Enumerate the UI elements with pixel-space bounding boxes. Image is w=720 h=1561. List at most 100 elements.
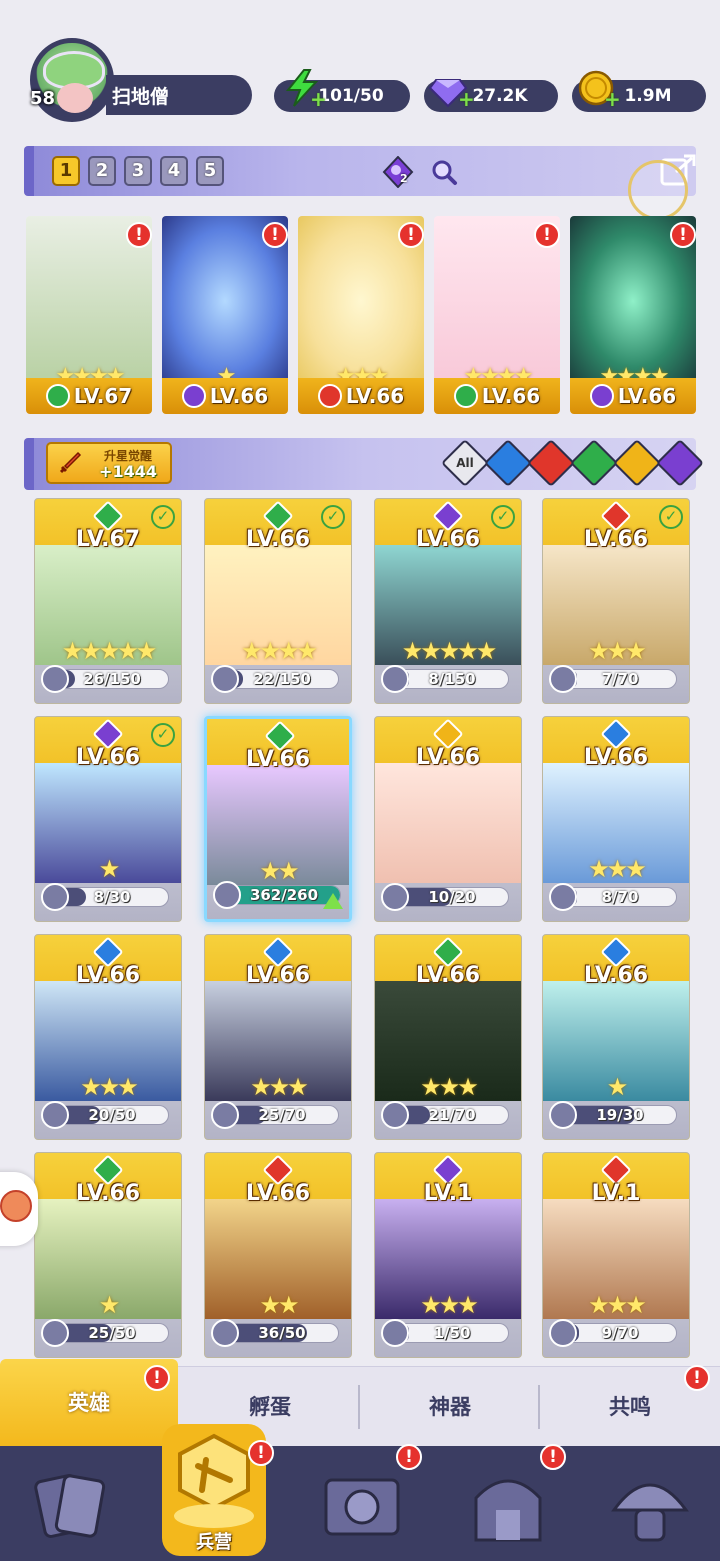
energy-plus-icon[interactable]: + (310, 89, 327, 109)
hero-stars: ★★ (259, 1291, 299, 1319)
hero-card[interactable]: LV.66 ★★★ 21/70 (374, 934, 522, 1140)
alert-badge-icon: ! (684, 1365, 710, 1391)
team-bar: 1 2 3 4 5 2 (24, 146, 696, 196)
hero-stars: ★★★ (420, 1073, 479, 1101)
gem-plus-icon[interactable]: + (458, 89, 475, 109)
hero-card[interactable]: LV.66 ✓ ★ 8/30 (34, 716, 182, 922)
map-icon[interactable] (314, 1458, 410, 1554)
coin-plus-icon[interactable]: + (604, 89, 621, 109)
hero-shard-icon (211, 665, 239, 693)
in-team-check-icon: ✓ (151, 723, 175, 747)
filter-fire-icon[interactable] (526, 438, 576, 488)
tab-artifacts[interactable]: 神器 (360, 1367, 540, 1447)
shard-progress-text: 7/70 (601, 670, 639, 688)
filter-dark-icon[interactable] (655, 438, 705, 488)
hero-shard-icon (549, 665, 577, 693)
team-tab-4[interactable]: 4 (160, 156, 188, 186)
hero-shard-icon (41, 883, 69, 911)
shard-progress-text: 362/260 (249, 886, 319, 904)
hero-level: LV.66 (583, 527, 649, 552)
hero-shard-icon (41, 1101, 69, 1129)
hero-shard-icon (41, 665, 69, 693)
formation-level-band: LV.66 (434, 378, 560, 414)
formation-level: LV.66 (209, 384, 269, 408)
filter-bar: 升星觉醒 +1444 All (24, 438, 705, 490)
player-name-plate[interactable]: 扫地僧 (106, 75, 252, 115)
hero-level: LV.66 (415, 745, 481, 770)
formation-level-band: LV.67 (26, 378, 152, 414)
player-name: 扫地僧 (112, 85, 170, 108)
crystal-icon[interactable] (382, 156, 414, 188)
alert-badge-icon: ! (396, 1444, 422, 1470)
shard-progress-text: 21/70 (428, 1106, 476, 1124)
hero-card[interactable]: LV.66 ★★★ 25/70 (204, 934, 352, 1140)
shop-icon[interactable] (460, 1458, 556, 1554)
hero-card[interactable]: LV.66 10/20 (374, 716, 522, 922)
hero-card[interactable]: LV.66 ✓ ★★★★ 22/150 (204, 498, 352, 704)
shard-progress-text: 9/70 (601, 1324, 639, 1342)
hero-stars: ★★★ (420, 1291, 479, 1319)
alert-badge-icon: ! (262, 222, 288, 248)
search-icon[interactable] (430, 158, 458, 186)
hero-level: LV.1 (423, 1181, 473, 1206)
hero-card[interactable]: LV.66 ★★ 362/260 (204, 716, 352, 922)
filter-light-icon[interactable] (612, 438, 662, 488)
hero-card[interactable]: LV.1 ★★★ 9/70 (542, 1152, 690, 1358)
shard-progress-text: 25/70 (258, 1106, 306, 1124)
sub-tab-bar: 英雄 ! 孵蛋 神器 共鸣 ! (0, 1359, 720, 1447)
team-tab-2[interactable]: 2 (88, 156, 116, 186)
hero-card[interactable]: LV.66 ★★★ 20/50 (34, 934, 182, 1140)
filter-all-button[interactable]: All (440, 438, 490, 488)
hero-card[interactable]: LV.66 ★★★ 8/70 (542, 716, 690, 922)
nature-element-icon (453, 384, 478, 408)
formation-slot-5[interactable]: ★★★★ LV.66 ! (570, 216, 696, 414)
hero-card[interactable]: LV.66 ★★ 36/50 (204, 1152, 352, 1358)
hero-level: LV.66 (415, 963, 481, 988)
hero-card[interactable]: LV.66 ✓ ★★★ 7/70 (542, 498, 690, 704)
formation-slot-2[interactable]: ★ LV.66 ! (162, 216, 288, 414)
player-level: 58 (30, 88, 56, 109)
hero-shard-icon (381, 1319, 409, 1347)
team-tab-1[interactable]: 1 (52, 156, 80, 186)
mushroom-icon[interactable] (602, 1458, 698, 1554)
hero-card[interactable]: LV.66 ★ 25/50 (34, 1152, 182, 1358)
hero-level: LV.66 (75, 1181, 141, 1206)
team-tab-5[interactable]: 5 (196, 156, 224, 186)
hero-card[interactable]: LV.67 ✓ ★★★★★ 26/150 (34, 498, 182, 704)
team-tab-3[interactable]: 3 (124, 156, 152, 186)
hero-card[interactable]: LV.66 ★ 19/30 (542, 934, 690, 1140)
formation-slot-4[interactable]: ★★★★ LV.66 ! (434, 216, 560, 414)
hero-shard-icon (381, 665, 409, 693)
hero-card[interactable]: LV.1 ★★★ 1/50 (374, 1152, 522, 1358)
formation-slot-3[interactable]: ★★★ LV.66 ! (298, 216, 424, 414)
formation-slot-1[interactable]: ★★★★ LV.67 ! (26, 216, 152, 414)
hero-stars: ★★★ (80, 1073, 139, 1101)
hero-card[interactable]: LV.66 ✓ ★★★★★ 8/150 (374, 498, 522, 704)
cards-icon[interactable] (22, 1458, 118, 1554)
bottom-nav: 兵营 ! ! ! (0, 1424, 720, 1561)
hero-stars: ★★★★★ (61, 637, 158, 665)
star-awaken-button[interactable]: 升星觉醒 +1444 (46, 442, 172, 484)
formation-toggle-button[interactable] (628, 160, 688, 220)
hero-level: LV.66 (583, 963, 649, 988)
in-team-check-icon: ✓ (321, 505, 345, 529)
shard-progress-text: 8/150 (428, 670, 476, 688)
formation-level: LV.67 (73, 384, 133, 408)
alert-badge-icon: ! (540, 1444, 566, 1470)
shard-progress-text: 20/50 (88, 1106, 136, 1124)
filter-all-label: All (456, 456, 474, 470)
side-event-button[interactable] (0, 1172, 38, 1246)
hero-shard-icon (549, 1319, 577, 1347)
shard-progress-text: 22/150 (253, 670, 311, 688)
gem-value: 27.2K (472, 86, 528, 106)
filter-nature-icon[interactable] (569, 438, 619, 488)
hero-stars: ★ (606, 1073, 629, 1101)
hero-level: LV.1 (591, 1181, 641, 1206)
crystal-count: 2 (400, 172, 408, 185)
filter-water-icon[interactable] (483, 438, 533, 488)
top-bar: 58 扫地僧 101/50 + 27.2K + 1.9M + (0, 0, 720, 135)
hero-shard-icon (213, 881, 241, 909)
energy-value: 101/50 (318, 86, 384, 106)
shard-progress-bar: 20/50 (55, 1105, 169, 1125)
hero-level: LV.66 (245, 527, 311, 552)
